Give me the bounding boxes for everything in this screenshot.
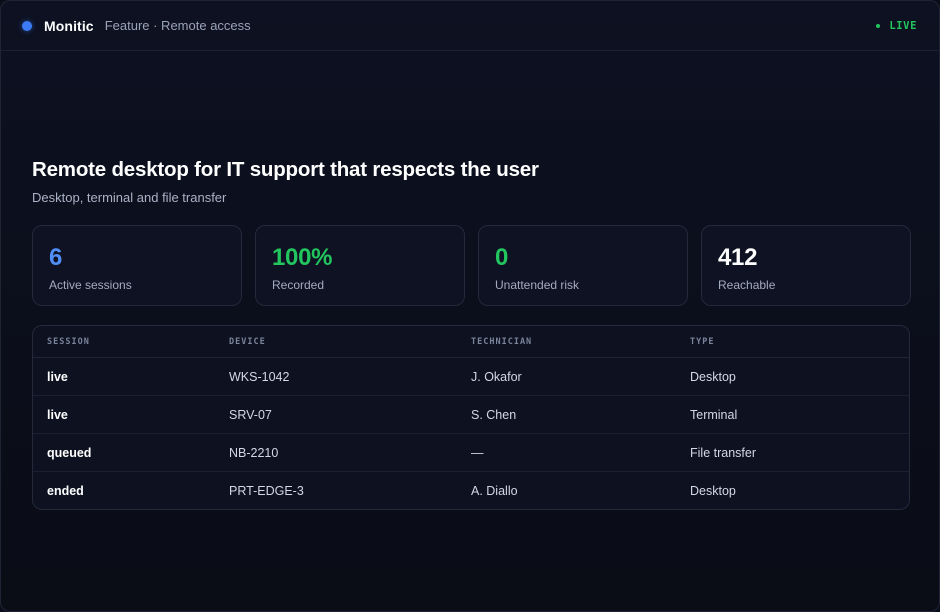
column-header-device[interactable]: DEVICE [215, 326, 457, 358]
stat-card-reachable: 412 Reachable [701, 225, 911, 306]
cell-type: Desktop [690, 483, 736, 498]
cell-type: Desktop [676, 357, 909, 396]
stat-value: 6 [49, 244, 63, 271]
table-row[interactable]: ended PRT-EDGE-3 A. Diallo Desktop [33, 472, 909, 510]
stat-label: Reachable [718, 278, 776, 292]
brand-name[interactable]: Monitic [44, 18, 94, 34]
stat-value: 0 [495, 244, 509, 271]
cell-technician: J. Okafor [457, 357, 676, 396]
cell-session: live [33, 395, 215, 434]
top-bar: Monitic Feature · Remote access LIVE [1, 1, 939, 51]
breadcrumb: Feature · Remote access [104, 18, 251, 33]
stat-card-active-sessions: 6 Active sessions [32, 225, 242, 306]
cell-session: ended [47, 483, 84, 498]
cell-device: SRV-07 [215, 395, 457, 434]
stats-row: 6 Active sessions 100% Recorded 0 Unatte… [32, 225, 911, 306]
cell-device: PRT-EDGE-3 [229, 483, 304, 498]
stat-card-unattended-risk: 0 Unattended risk [478, 225, 688, 306]
table-row[interactable]: live SRV-07 S. Chen Terminal [33, 395, 909, 434]
app-window: Monitic Feature · Remote access LIVE Rem… [0, 0, 940, 612]
stat-card-recorded: 100% Recorded [255, 225, 465, 306]
table-row[interactable]: queued NB-2210 — File transfer [33, 433, 909, 472]
cell-type: Terminal [676, 395, 909, 434]
page-subtitle: Desktop, terminal and file transfer [32, 190, 227, 205]
page-title: Remote desktop for IT support that respe… [32, 158, 539, 181]
stat-label: Unattended risk [495, 278, 580, 292]
cell-technician: A. Diallo [471, 483, 518, 498]
cell-technician: — [457, 433, 676, 472]
cell-session: queued [33, 433, 215, 472]
table-header-row: SESSION DEVICE TECHNICIAN TYPE [33, 326, 909, 358]
stat-value: 412 [718, 244, 758, 271]
live-status-label: LIVE [889, 19, 917, 32]
column-header-technician[interactable]: TECHNICIAN [457, 326, 676, 358]
column-header-type[interactable]: TYPE [676, 326, 909, 358]
live-status-badge: LIVE [876, 20, 917, 32]
stat-value: 100% [272, 244, 333, 271]
cell-session: live [33, 357, 215, 396]
cell-type: File transfer [676, 433, 909, 472]
table-row[interactable]: live WKS-1042 J. Okafor Desktop [33, 357, 909, 396]
stat-label: Recorded [272, 278, 325, 292]
hero-section: Remote desktop for IT support that respe… [32, 158, 539, 205]
cell-technician: S. Chen [457, 395, 676, 434]
column-header-session[interactable]: SESSION [33, 326, 215, 358]
brand-logo-icon [22, 20, 32, 31]
cell-device: WKS-1042 [215, 357, 457, 396]
live-dot-icon [876, 23, 881, 28]
sessions-table: SESSION DEVICE TECHNICIAN TYPE live WKS-… [32, 325, 910, 510]
stat-label: Active sessions [49, 278, 132, 292]
cell-device: NB-2210 [215, 433, 457, 472]
